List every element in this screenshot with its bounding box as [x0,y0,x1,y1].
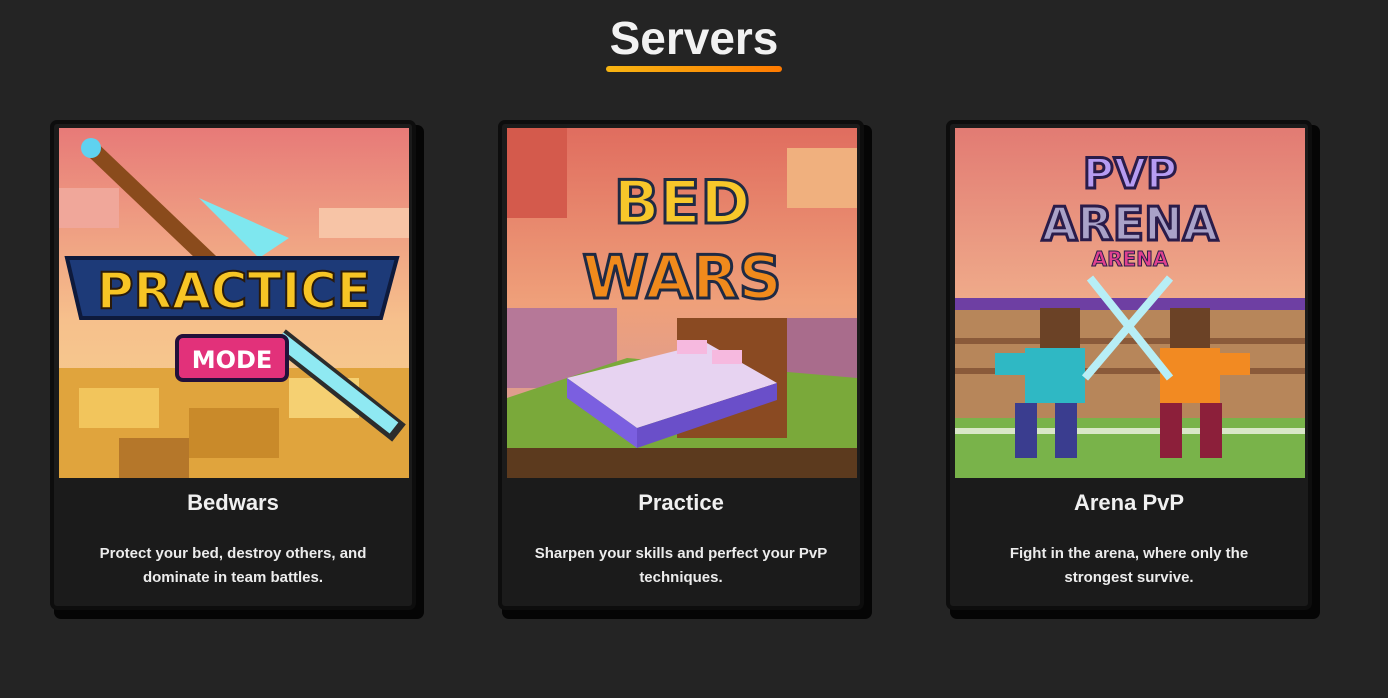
arena-logo-text: ARENA [1042,197,1219,251]
mode-logo-text: MODE [192,346,273,374]
server-card-bedwars-wrapper: PRACTICE MODE Bedwars Protect your bed, … [50,120,424,620]
servers-heading: Servers [0,10,1388,72]
card-title: Bedwars [187,490,279,515]
server-card-bedwars[interactable]: PRACTICE MODE Bedwars Protect your bed, … [50,120,416,610]
practice-mode-image: PRACTICE MODE [59,128,409,478]
pvp-arena-image: PVP ARENA ARENA [955,128,1305,478]
bed-wars-logo-icon: BED WARS [507,128,857,478]
card-description: Fight in the arena, where only the stron… [1009,545,1249,586]
server-card-practice-wrapper: BED WARS Practice Sharpen your skills an… [498,120,872,620]
arena-sub-logo-text: ARENA [1092,247,1169,271]
card-description: Protect your bed, destroy others, and do… [99,545,367,586]
practice-logo-text: PRACTICE [97,262,371,320]
bed-logo-text: BED [614,168,751,238]
pvp-arena-logo-icon: PVP ARENA ARENA [955,128,1305,478]
page-title: Servers [609,12,779,64]
wars-logo-text: WARS [582,243,781,313]
card-description: Sharpen your skills and perfect your PvP… [534,545,828,586]
servers-page: Servers PRACTICE MODE Bedwars Protect yo… [0,0,1388,698]
pvp-logo-text: PVP [1083,149,1177,198]
server-card-arena-pvp[interactable]: PVP ARENA ARENA Arena PvP Fight in the a… [946,120,1312,610]
card-title: Arena PvP [1073,490,1185,515]
title-underline [606,66,782,72]
practice-mode-logo-icon: PRACTICE MODE [59,128,409,478]
bed-wars-image: BED WARS [507,128,857,478]
server-card-arena-pvp-wrapper: PVP ARENA ARENA Arena PvP Fight in the a… [946,120,1320,620]
card-title: Practice [638,490,724,515]
server-card-practice[interactable]: BED WARS Practice Sharpen your skills an… [498,120,864,610]
